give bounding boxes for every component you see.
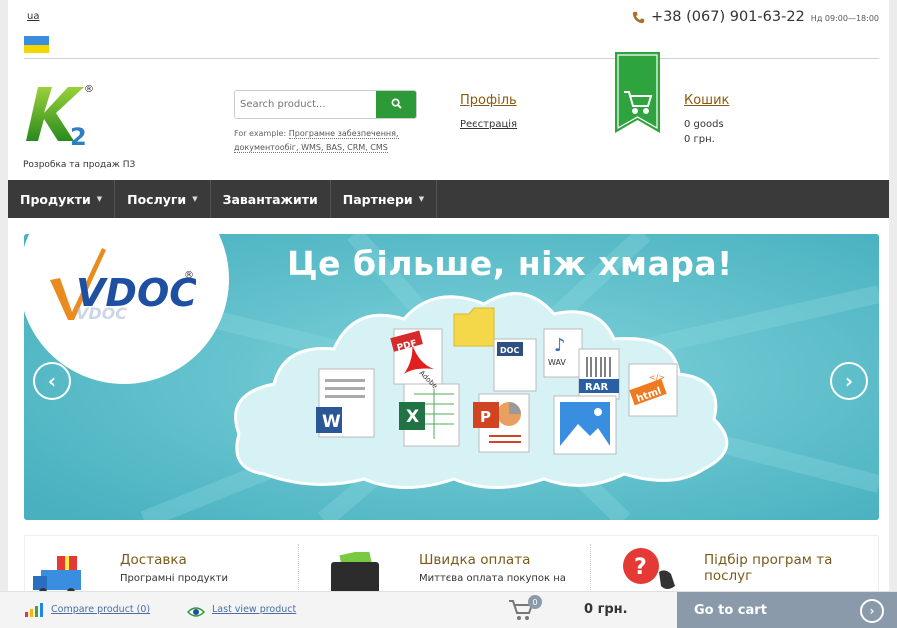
nav-item-download[interactable]: Завантажити (211, 180, 331, 218)
phone-block: +38 (067) 901-63-22 Нд 09:00—18:00 (632, 9, 879, 25)
slider-next-button[interactable]: › (830, 362, 868, 400)
bottom-cart-bar: Compare product (0) Last view product 0 … (0, 591, 897, 628)
search-examples: For example: Програмне забезпечення, док… (234, 127, 414, 155)
chevron-right-icon: › (860, 599, 884, 623)
feature-text: Миттєва оплата покупок на (419, 573, 566, 584)
nav-item-products[interactable]: Продукти ▼ (8, 180, 116, 218)
svg-text:</>: </> (649, 373, 665, 382)
language-link[interactable]: ua (27, 11, 39, 22)
banner-title: Це більше, ніж хмара! (287, 244, 733, 283)
page: ua +38 (067) 901-63-22 Нд 09:00—18:00 2 … (8, 0, 889, 628)
compare-chart-icon (25, 602, 43, 617)
feature-fast-payment[interactable]: Швидка оплата Миттєва оплата покупок на (299, 536, 589, 596)
chevron-down-icon: ▼ (96, 195, 103, 203)
svg-text:X: X (406, 407, 419, 427)
svg-text:?: ? (634, 555, 647, 580)
ukraine-flag-icon[interactable] (24, 36, 49, 53)
features-row: Доставка Програмні продукти Швидка оплат… (24, 535, 880, 596)
cart-total: 0 грн. (684, 134, 715, 145)
svg-text:2: 2 (70, 123, 87, 149)
nav-item-partners[interactable]: Партнери ▼ (331, 180, 438, 218)
chevron-down-icon: ▼ (192, 195, 198, 203)
chevron-left-icon: ‹ (47, 369, 57, 393)
nav-label: Партнери (342, 191, 413, 207)
feature-title: Доставка (120, 552, 187, 568)
feature-title: Швидка оплата (419, 552, 531, 568)
search-box (234, 90, 417, 119)
header-divider (24, 58, 879, 59)
feature-delivery[interactable]: Доставка Програмні продукти (25, 536, 297, 596)
help-phone-icon: ? (621, 546, 679, 596)
svg-text:DOC: DOC (500, 346, 519, 355)
working-hours: Нд 09:00—18:00 (810, 14, 879, 23)
svg-text:RAR: RAR (585, 382, 608, 393)
nav-label: Послуги (127, 191, 187, 207)
phone-number[interactable]: +38 (067) 901-63-22 (651, 9, 805, 25)
eye-icon (186, 603, 206, 617)
example-link-docs[interactable]: документообіг, WMS, BAS, CRM, CMS (234, 143, 388, 153)
chevron-right-icon: › (844, 369, 854, 393)
search-input[interactable] (235, 91, 376, 118)
nav-item-services[interactable]: Послуги ▼ (115, 180, 211, 218)
bottom-cart-total: 0 грн. (584, 602, 628, 617)
cart-count-badge: 0 (528, 595, 542, 609)
cart-goods-count: 0 goods (684, 119, 724, 130)
cart-ribbon-icon[interactable] (615, 52, 660, 133)
profile-link[interactable]: Профіль (460, 93, 517, 108)
svg-text:WAV: WAV (548, 358, 566, 367)
promo-slider[interactable]: W X PDF Adobe DOC ♪ WAV RAR html </> P VDOC… (24, 234, 879, 520)
search-button[interactable] (376, 91, 416, 118)
last-viewed-link[interactable]: Last view product (212, 604, 296, 615)
example-label: For example: (234, 129, 289, 138)
phone-icon (632, 11, 645, 24)
vdoc-logo[interactable]: VDOC ® VDOC (46, 244, 197, 324)
go-to-cart-button[interactable]: Go to cart › (677, 592, 897, 628)
feature-program-selection[interactable]: ? Підбір програм та послуг (591, 536, 880, 596)
nav-label: Завантажити (222, 191, 318, 207)
svg-text:VDOC: VDOC (76, 304, 127, 323)
main-nav: Продукти ▼ Послуги ▼ Завантажити Партнер… (8, 180, 889, 218)
compare-products-link[interactable]: Compare product (0) (51, 604, 150, 615)
example-link-software[interactable]: Програмне забезпечення, (288, 129, 399, 139)
chevron-down-icon: ▼ (418, 195, 425, 203)
go-to-cart-label: Go to cart (694, 603, 767, 618)
cart-link[interactable]: Кошик (684, 93, 729, 108)
slider-prev-button[interactable]: ‹ (33, 362, 71, 400)
feature-text: Програмні продукти (120, 573, 228, 584)
logo-registered-mark: ® (84, 84, 94, 95)
nav-label: Продукти (20, 191, 91, 207)
register-link[interactable]: Реєстрація (460, 119, 517, 130)
svg-text:♪: ♪ (554, 335, 566, 356)
search-icon (391, 97, 402, 112)
company-tagline: Розробка та продаж ПЗ (23, 160, 136, 170)
svg-text:P: P (480, 408, 491, 426)
feature-title: Підбір програм та послуг (704, 552, 833, 584)
svg-text:®: ® (184, 270, 194, 281)
svg-text:W: W (322, 412, 341, 432)
